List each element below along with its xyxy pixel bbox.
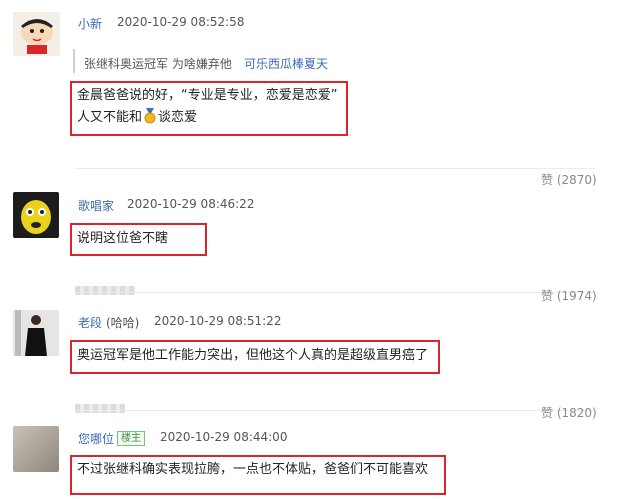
quoted-text: 张继科奥运冠军 为啥嫌弃他: [84, 57, 232, 71]
comment-text-fragment: 谈恋爱: [158, 110, 198, 125]
comment-timestamp: 2020-10-29 08:52:58: [117, 15, 245, 29]
divider: [75, 292, 595, 293]
cartoon-avatar-icon: [21, 19, 53, 54]
avatar-cartoon[interactable]: [13, 12, 60, 56]
blurred-content: [75, 404, 125, 413]
comment-timestamp: 2020-10-29 08:44:00: [160, 430, 288, 444]
comment-username[interactable]: 您哪位: [78, 430, 114, 447]
blurred-content: [75, 286, 135, 295]
avatar-person[interactable]: [13, 310, 59, 356]
comment-text: 奥运冠军是他工作能力突出，但他这个人真的是超级直男癌了: [77, 348, 429, 363]
photo-avatar-icon: [13, 426, 59, 472]
comment-text-fragment: 人又不能和: [77, 110, 143, 125]
quoted-author-link[interactable]: 可乐西瓜棒夏天: [244, 55, 328, 72]
divider: [75, 168, 595, 169]
comment-username[interactable]: 小新: [78, 15, 102, 32]
gold-medal-icon: [143, 108, 157, 132]
comment-text: 不过张继科确实表现拉胯，一点也不体贴，爸爸们不可能喜欢: [77, 462, 429, 477]
comment-timestamp: 2020-10-29 08:51:22: [154, 314, 282, 328]
avatar-gray[interactable]: [13, 426, 59, 472]
avatar-yellow[interactable]: [13, 192, 59, 238]
comment-username[interactable]: 歌唱家: [78, 197, 114, 214]
person-photo-avatar-icon: [13, 310, 59, 356]
original-poster-badge: 楼主: [117, 431, 145, 446]
comment-text-line: 人又不能和 谈恋爱: [77, 107, 197, 132]
comment-text: 说明这位爸不瞎: [77, 231, 169, 246]
like-count[interactable]: 赞 (1974): [541, 287, 597, 304]
comment-username-suffix: (哈哈): [106, 316, 140, 330]
comment-text-line: 金晨爸爸说的好，“专业是专业，恋爱是恋爱”: [77, 88, 338, 103]
comment-username[interactable]: 老段: [78, 314, 102, 331]
like-count[interactable]: 赞 (1820): [541, 404, 597, 421]
comment-timestamp: 2020-10-29 08:46:22: [127, 197, 255, 211]
like-count[interactable]: 赞 (2870): [541, 171, 597, 188]
divider: [75, 410, 595, 411]
yellow-face-avatar-icon: [21, 200, 51, 234]
